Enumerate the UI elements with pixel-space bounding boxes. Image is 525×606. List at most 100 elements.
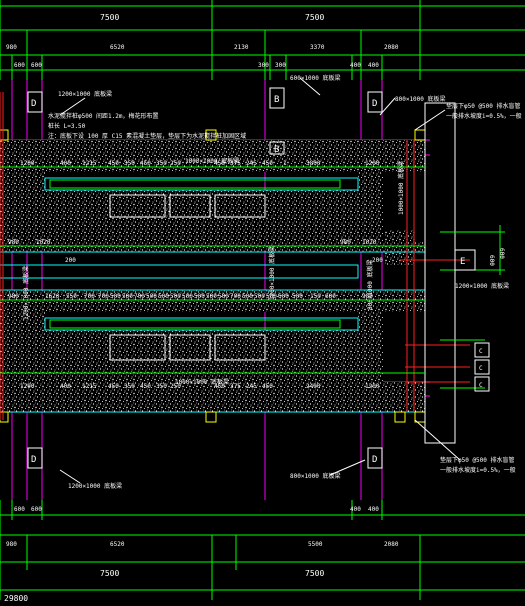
- beam-label-bottom-right: 800×1000 底板梁: [290, 472, 341, 480]
- upper-dim-13: 1: [283, 160, 287, 167]
- beam-label-center-vertical: 1200×1000 底板梁: [268, 246, 276, 300]
- right-box-dim-2: 600: [488, 255, 495, 266]
- bottom-dim-r1-a: 600: [14, 506, 25, 513]
- beam-label-top-mid: 600×1000 底板梁: [290, 74, 341, 82]
- beam-label-top-left: 1200×1000 底板梁: [58, 90, 112, 98]
- bottom-dimension-chain: [0, 500, 525, 600]
- axis-label-b2: B: [274, 145, 279, 155]
- lower-dim-9: 450: [214, 383, 225, 390]
- upper-dim-6: 450: [140, 160, 151, 167]
- top-dim-r3-c: 300: [258, 62, 269, 69]
- note-left-3: 注：底板下设 100 厚 C15 素混凝土垫层，垫层下为水泥搅拌桩加固区域: [48, 132, 246, 140]
- beam-label-bottom-left: 1200×1000 底板梁: [68, 482, 122, 490]
- top-dim-r3-b: 600: [31, 62, 42, 69]
- axis-label-d4: D: [372, 455, 377, 465]
- beam-label-right-small: 1200×1000 底板梁: [455, 282, 509, 290]
- lower-top-dim-20: 600: [278, 293, 289, 300]
- note-right-top-1: 垫层下φ50 @500 排水盲管: [446, 102, 521, 110]
- axis-label-d3: D: [31, 455, 36, 465]
- bottom-dim-r2-c: 5500: [308, 541, 323, 548]
- note-right-bot-1: 垫层下φ50 @500 排水盲管: [440, 456, 515, 464]
- bottom-dim-r1-b: 600: [31, 506, 42, 513]
- lower-top-dim-4: 700: [84, 293, 95, 300]
- top-dim-r3-a: 600: [14, 62, 25, 69]
- top-dim-r2-a: 980: [6, 44, 17, 51]
- cad-drawing: 7500 7500 980 6520 2130 3370 2080 600 60…: [0, 0, 525, 603]
- bottom-dim-r3-a: 7500: [100, 569, 119, 578]
- cad-drawing-canvas: 7500 7500 980 6520 2130 3370 2080 600 60…: [0, 0, 525, 606]
- upper-dim-2: 400: [60, 160, 71, 167]
- lower-dim-14: 1200: [365, 383, 380, 390]
- top-dim-r3-e: 400: [350, 62, 361, 69]
- corridor-dim-left: 200: [65, 257, 76, 264]
- lower-top-dim-18: 500: [254, 293, 265, 300]
- bottom-dim-r1-d: 400: [368, 506, 379, 513]
- lower-top-dim-11: 500: [170, 293, 181, 300]
- lower-top-dim-1: 980: [8, 293, 19, 300]
- upper-bottom-dim-4: 1020: [362, 239, 377, 246]
- top-dim-r3-f: 400: [368, 62, 379, 69]
- lower-dim-4: 450: [108, 383, 119, 390]
- axis-label-c3: C: [479, 382, 483, 389]
- lower-top-dim-3: 550: [66, 293, 77, 300]
- note-right-bot-2: 一般排水坡度i=0.5%，一般: [440, 466, 516, 474]
- upper-bottom-dim-3: 980: [340, 239, 351, 246]
- upper-dim-9: 450: [214, 160, 225, 167]
- top-dim-r3-d: 300: [275, 62, 286, 69]
- lower-top-dim-23: 600: [325, 293, 336, 300]
- top-dim-r1-a: 7500: [100, 13, 119, 22]
- bottom-dim-r3-b: 7500: [305, 569, 324, 578]
- axis-label-c1: C: [479, 348, 483, 355]
- axis-label-b1: B: [274, 95, 279, 105]
- lower-dim-10: 375: [230, 383, 241, 390]
- lower-top-dim-2: 1620: [45, 293, 60, 300]
- note-left-2: 桩长 L=3.50: [48, 122, 86, 130]
- lower-dim-13: 2400: [306, 383, 321, 390]
- upper-dim-15: 1200: [365, 160, 380, 167]
- lower-dim-6: 450: [140, 383, 151, 390]
- lower-top-dim-9: 500: [146, 293, 157, 300]
- lower-top-dim-8: 700: [134, 293, 145, 300]
- upper-dim-1: 1200: [20, 160, 35, 167]
- lower-dim-7: 350: [156, 383, 167, 390]
- top-dim-r1-b: 7500: [305, 13, 324, 22]
- lower-dim-11: 245: [246, 383, 257, 390]
- lower-top-dim-14: 500: [206, 293, 217, 300]
- beam-label-left-vertical: 1200×1000 底板梁: [22, 266, 30, 320]
- upper-dim-10: 375: [230, 160, 241, 167]
- axis-label-d2: D: [372, 99, 377, 109]
- bottom-dim-r1-c: 400: [350, 506, 361, 513]
- beam-label-right-vertical-upper: 1000×1000 底板梁: [397, 161, 405, 215]
- beam-label-top-right: 800×1000 底板梁: [395, 95, 446, 103]
- top-dim-r2-d: 3370: [310, 44, 325, 51]
- axis-label-c2: C: [479, 365, 483, 372]
- upper-dim-11: 245: [246, 160, 257, 167]
- lower-top-dim-10: 500: [158, 293, 169, 300]
- lower-top-dim-15: 500: [218, 293, 229, 300]
- upper-bottom-dim-1: 980: [8, 239, 19, 246]
- beam-label-right-vertical-mid: 800×1000 底板梁: [366, 259, 374, 310]
- lower-dim-8: 250: [170, 383, 181, 390]
- lower-dim-2: 400: [60, 383, 71, 390]
- lower-top-dim-16: 700: [230, 293, 241, 300]
- upper-dim-8: 250: [170, 160, 181, 167]
- corridor-dim-right: 200: [372, 257, 383, 264]
- lower-top-dim-5: 700: [98, 293, 109, 300]
- axis-label-d1: D: [31, 99, 36, 109]
- lower-top-dim-21: 500: [292, 293, 303, 300]
- top-dim-r2-b: 6520: [110, 44, 125, 51]
- lower-top-dim-13: 500: [194, 293, 205, 300]
- bottom-dim-total: 29800: [4, 594, 28, 603]
- lower-top-dim-22: 150: [310, 293, 321, 300]
- upper-dim-4: 450: [108, 160, 119, 167]
- bottom-dim-r2-b: 6520: [110, 541, 125, 548]
- upper-dim-14: 3800: [306, 160, 321, 167]
- right-box-dim-1: 600: [498, 248, 505, 259]
- lower-dim-3: 1215: [82, 383, 97, 390]
- note-right-top-2: 一般排水坡度i=0.5%，一般: [446, 112, 522, 120]
- bottom-dim-r2-d: 2080: [384, 541, 399, 548]
- lower-top-dim-6: 500: [110, 293, 121, 300]
- lower-dim-5: 350: [124, 383, 135, 390]
- upper-dim-12: 450: [262, 160, 273, 167]
- upper-bottom-dim-2: 1020: [36, 239, 51, 246]
